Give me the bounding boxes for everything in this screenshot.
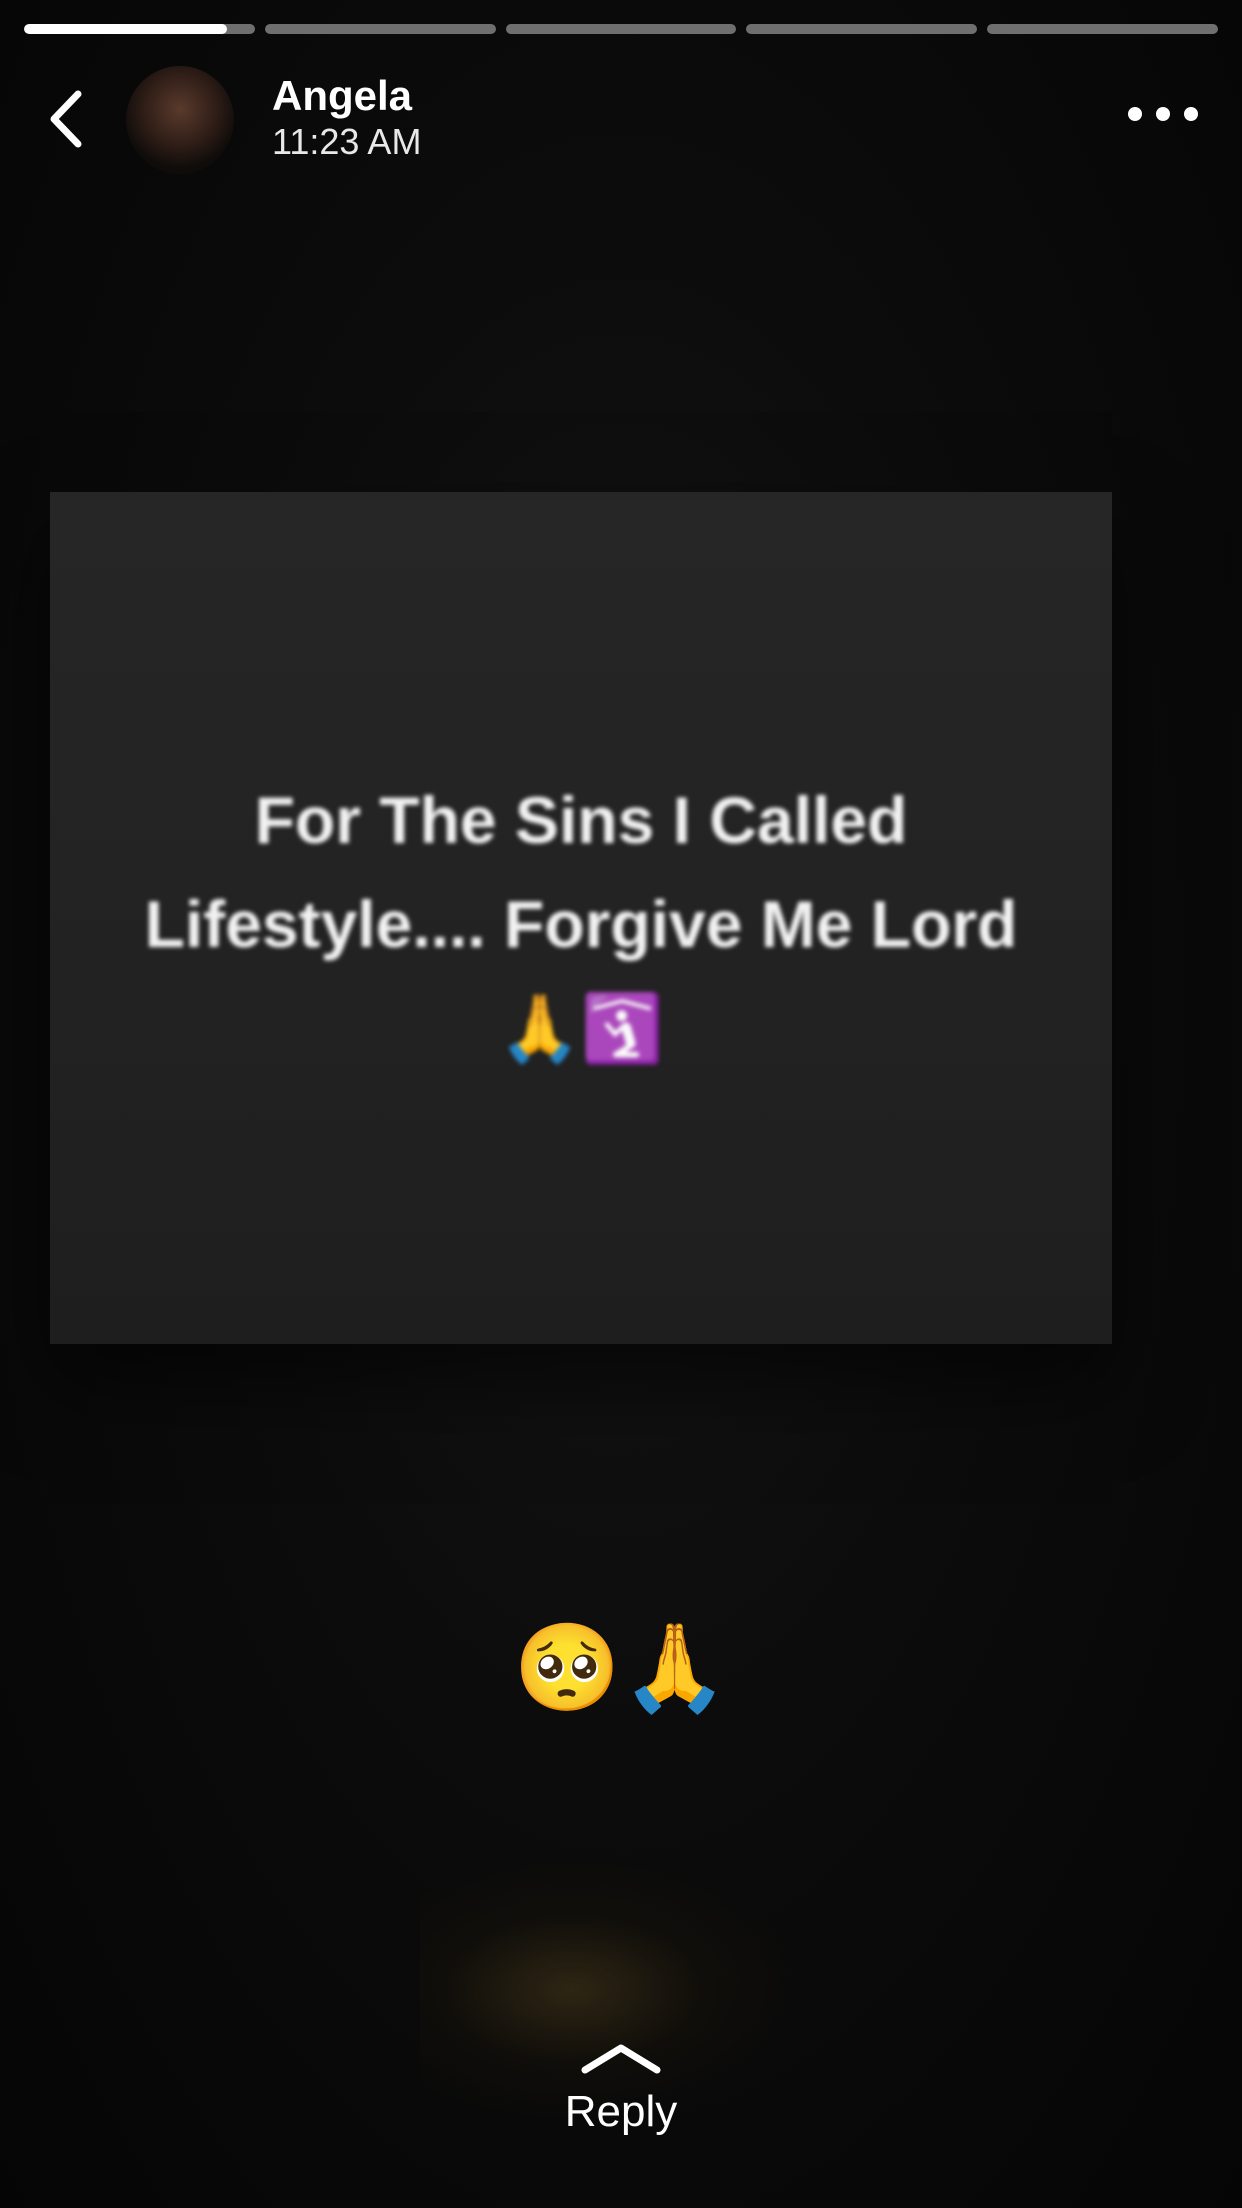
progress-segment bbox=[505, 24, 737, 34]
progress-fill bbox=[24, 24, 228, 34]
user-name: Angela bbox=[272, 72, 413, 119]
story-image: For The Sins I Called Lifestyle.... Forg… bbox=[50, 492, 1112, 1344]
progress-segment bbox=[264, 24, 496, 34]
story-header: Angela 11:23 AM bbox=[0, 64, 1242, 174]
reply-button[interactable]: Reply bbox=[521, 2040, 721, 2160]
progress-segment bbox=[987, 24, 1218, 34]
progress-segment bbox=[746, 24, 978, 34]
avatar[interactable] bbox=[126, 66, 234, 174]
story-text: For The Sins I Called Lifestyle.... Forg… bbox=[144, 783, 1018, 1065]
more-options-button[interactable] bbox=[1128, 94, 1198, 134]
user-info[interactable]: Angela 11:23 AM bbox=[272, 72, 421, 164]
chevron-up-icon bbox=[581, 2044, 661, 2074]
more-dot bbox=[1128, 107, 1142, 121]
more-dot bbox=[1184, 107, 1198, 121]
back-button[interactable] bbox=[36, 86, 96, 152]
story-progress-bar bbox=[24, 24, 1218, 34]
story-timestamp: 11:23 AM bbox=[272, 121, 422, 162]
reply-label: Reply bbox=[564, 2087, 678, 2136]
progress-segment bbox=[24, 24, 255, 34]
story-caption: 🥺🙏 bbox=[513, 1620, 729, 1716]
story-viewer[interactable]: Angela 11:23 AM For The Sins I Called Li… bbox=[0, 0, 1242, 2208]
more-dot bbox=[1156, 107, 1170, 121]
chevron-left-icon bbox=[50, 90, 82, 148]
